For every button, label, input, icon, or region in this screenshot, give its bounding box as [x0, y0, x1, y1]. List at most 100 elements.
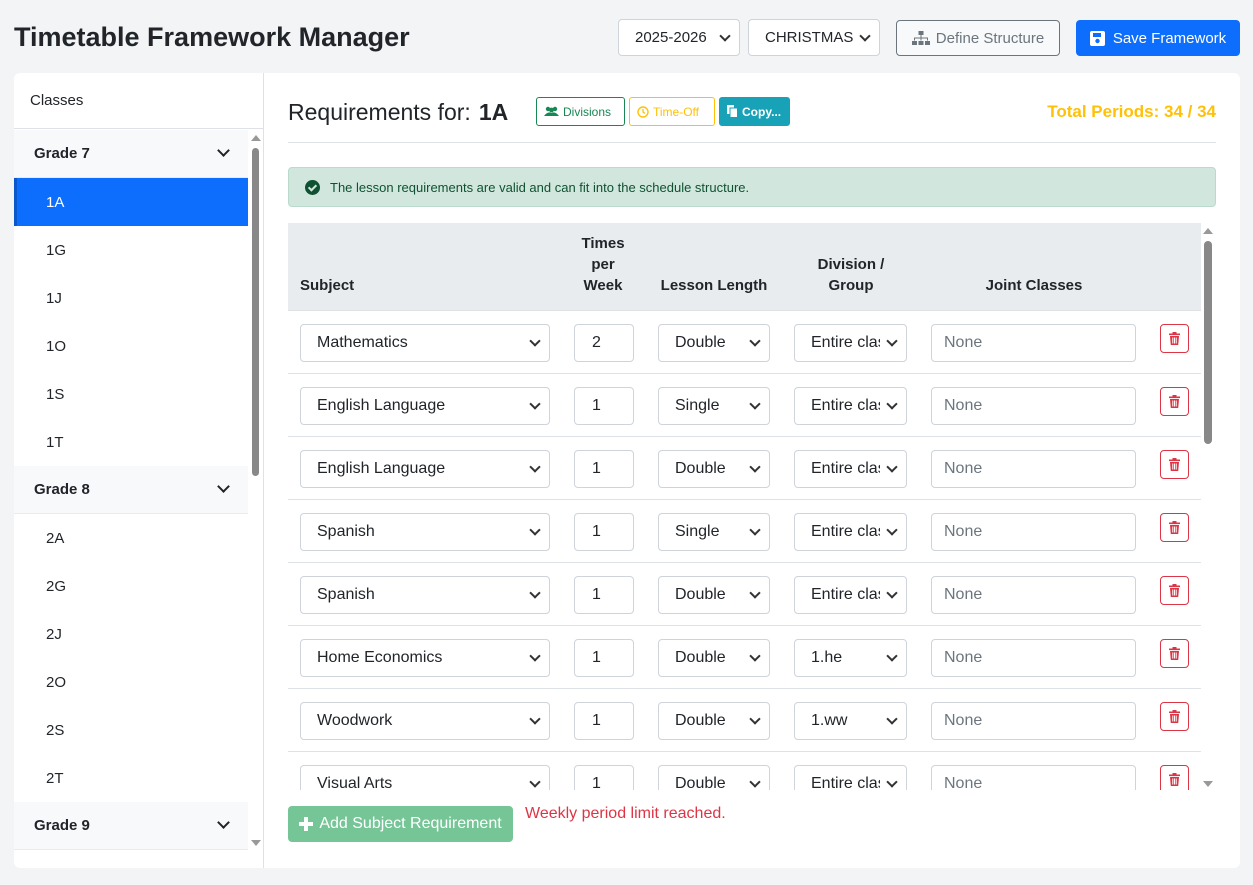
class-item-1a[interactable]: 1A [14, 178, 248, 226]
delete-row-button[interactable] [1160, 450, 1189, 479]
division-select[interactable]: Entire class [794, 513, 907, 551]
class-item-2a[interactable]: 2A [14, 514, 248, 562]
scroll-up-arrow[interactable] [251, 135, 261, 141]
division-select[interactable]: Entire class [794, 576, 907, 614]
division-select[interactable]: Entire class [794, 387, 907, 425]
division-select[interactable]: 1.he [794, 639, 907, 677]
joint-classes-input[interactable]: None [931, 765, 1136, 790]
division-select[interactable]: Entire class [794, 324, 907, 362]
times-per-week-input[interactable]: 1 [574, 702, 634, 740]
class-item-2j[interactable]: 2J [14, 610, 248, 658]
times-per-week-input[interactable]: 2 [574, 324, 634, 362]
scrollbar-thumb[interactable] [1204, 241, 1212, 444]
lesson-length-value: Single [675, 397, 720, 414]
joint-classes-input[interactable]: None [931, 324, 1136, 362]
col-times-line3: Week [583, 277, 623, 294]
class-item-1g[interactable]: 1G [14, 226, 248, 274]
scroll-down-arrow[interactable] [1203, 781, 1213, 787]
subject-select[interactable]: Spanish [300, 513, 550, 551]
chevron-down-icon [749, 398, 761, 410]
subject-select[interactable]: Mathematics [300, 324, 550, 362]
division-select[interactable]: Entire class [794, 450, 907, 488]
grade-header-7[interactable]: Grade 7 [14, 130, 248, 178]
joint-classes-input[interactable]: None [931, 639, 1136, 677]
lesson-length-select[interactable]: Double [658, 639, 770, 677]
check-circle-icon [305, 179, 320, 195]
times-per-week-input[interactable]: 1 [574, 765, 634, 790]
grade-header-9[interactable]: Grade 9 [14, 802, 248, 850]
class-item-2s[interactable]: 2S [14, 706, 248, 754]
delete-row-button[interactable] [1160, 639, 1189, 668]
lesson-length-select[interactable]: Double [658, 765, 770, 790]
joint-classes-input[interactable]: None [931, 513, 1136, 551]
chevron-down-icon [529, 461, 541, 473]
define-structure-button[interactable]: Define Structure [896, 20, 1060, 56]
lesson-length-select[interactable]: Double [658, 324, 770, 362]
lesson-length-select[interactable]: Single [658, 387, 770, 425]
joint-classes-input[interactable]: None [931, 387, 1136, 425]
delete-row-button[interactable] [1160, 765, 1189, 790]
delete-row-button[interactable] [1160, 576, 1189, 605]
divisions-button[interactable]: Divisions [536, 97, 625, 126]
chevron-down-icon [886, 587, 898, 599]
time-off-button[interactable]: Time-Off [629, 97, 715, 126]
delete-row-button[interactable] [1160, 513, 1189, 542]
class-item-1j[interactable]: 1J [14, 274, 248, 322]
delete-row-button[interactable] [1160, 387, 1189, 416]
col-joint: Joint Classes [985, 277, 1083, 294]
class-item-2g[interactable]: 2G [14, 562, 248, 610]
class-item-2t[interactable]: 2T [14, 754, 248, 802]
class-item-1s[interactable]: 1S [14, 370, 248, 418]
grade-label: Grade 7 [34, 145, 90, 162]
subject-select[interactable]: English Language [300, 387, 550, 425]
trash-icon [1169, 521, 1180, 534]
times-per-week-input[interactable]: 1 [574, 639, 634, 677]
joint-classes-input[interactable]: None [931, 702, 1136, 740]
col-times-line2: per [591, 256, 615, 273]
division-select[interactable]: 1.ww [794, 702, 907, 740]
subject-value: Woodwork [317, 712, 393, 729]
term-select[interactable]: CHRISTMAS [748, 19, 880, 56]
year-select[interactable]: 2025-2026 [618, 19, 740, 56]
times-per-week-input[interactable]: 1 [574, 513, 634, 551]
joint-classes-input[interactable]: None [931, 450, 1136, 488]
times-per-week-input[interactable]: 1 [574, 387, 634, 425]
lesson-length-select[interactable]: Single [658, 513, 770, 551]
subject-select[interactable]: Woodwork [300, 702, 550, 740]
subject-select[interactable]: Spanish [300, 576, 550, 614]
joint-classes-input[interactable]: None [931, 576, 1136, 614]
subject-select[interactable]: English Language [300, 450, 550, 488]
save-icon [1089, 30, 1105, 46]
class-item-1o[interactable]: 1O [14, 322, 248, 370]
copy-icon [727, 105, 738, 118]
chevron-down-icon [529, 587, 541, 599]
subject-select[interactable]: Home Economics [300, 639, 550, 677]
add-subject-requirement-button[interactable]: Add Subject Requirement [288, 806, 513, 842]
delete-row-button[interactable] [1160, 702, 1189, 731]
lesson-length-value: Double [675, 586, 726, 603]
table-body: Mathematics 2 Double Entire class None Englis… [288, 311, 1201, 790]
table-scrollbar[interactable] [1202, 226, 1214, 789]
copy-button[interactable]: Copy... [719, 97, 790, 126]
lesson-length-select[interactable]: Double [658, 450, 770, 488]
times-per-week-input[interactable]: 1 [574, 576, 634, 614]
table-row: Woodwork 1 Double 1.ww None [288, 689, 1201, 752]
class-item-2o[interactable]: 2O [14, 658, 248, 706]
class-item-1t[interactable]: 1T [14, 418, 248, 466]
class-sidebar: Classes Grade 7 1A 1G 1J 1O 1S 1T Grade … [14, 73, 264, 868]
grade-header-8[interactable]: Grade 8 [14, 466, 248, 514]
times-per-week-input[interactable]: 1 [574, 450, 634, 488]
sidebar-scrollbar[interactable] [250, 133, 262, 848]
subject-select[interactable]: Visual Arts [300, 765, 550, 790]
scroll-up-arrow[interactable] [1203, 228, 1213, 234]
lesson-length-select[interactable]: Double [658, 576, 770, 614]
delete-row-button[interactable] [1160, 324, 1189, 353]
requirements-panel: Requirements for: 1A Divisions Time-Off … [264, 73, 1240, 868]
chevron-down-icon [529, 524, 541, 536]
scroll-down-arrow[interactable] [251, 840, 261, 846]
save-framework-button[interactable]: Save Framework [1076, 20, 1240, 56]
division-select[interactable]: Entire class [794, 765, 907, 790]
scrollbar-thumb[interactable] [252, 148, 259, 476]
lesson-length-select[interactable]: Double [658, 702, 770, 740]
col-times: Times per Week [560, 233, 646, 296]
